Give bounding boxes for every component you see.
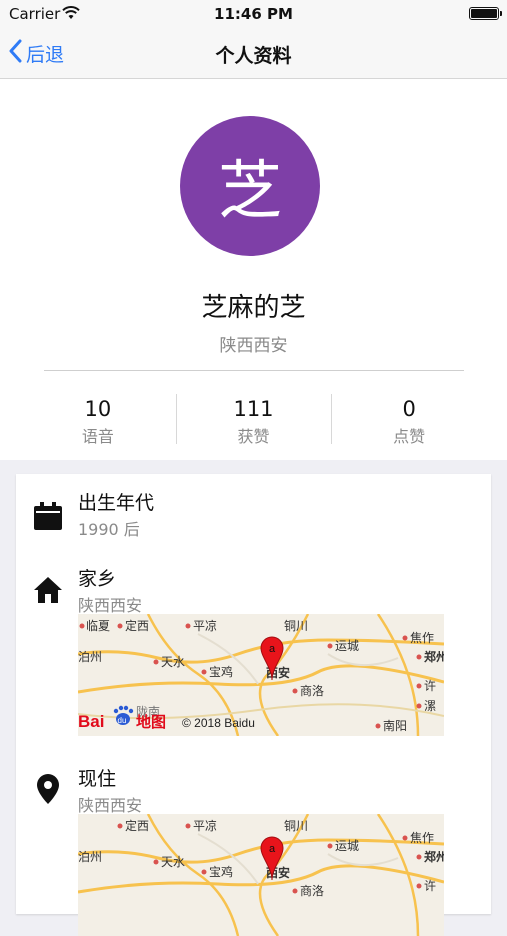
map-marker-label: a xyxy=(269,843,276,855)
stat-likes-given-label: 点赞 xyxy=(393,427,426,446)
stat-likes-received[interactable]: 111 获赞 xyxy=(175,389,332,446)
map-place-label: 商洛 xyxy=(300,883,324,898)
residence-map[interactable]: 定西 平凉 铜川 运城 焦作 郑州 泊州 天水 宝鸡 西安 商洛 许 a xyxy=(78,814,444,936)
stat-voice-label: 语音 xyxy=(81,427,114,446)
hometown-title: 家乡 xyxy=(78,568,117,590)
birth-value: 1990 后 xyxy=(78,520,140,539)
map-place-label: 宝鸡 xyxy=(209,664,233,679)
stats-bar: 10 语音 111 获赞 0 点赞 xyxy=(20,389,487,446)
map-place-label: 定西 xyxy=(125,618,149,633)
map-place-label: 临夏 xyxy=(86,619,110,633)
svg-text:du: du xyxy=(118,716,127,725)
map-place-label: 定西 xyxy=(125,818,149,833)
map-marker-label: a xyxy=(269,643,276,655)
map-place-label: 焦作 xyxy=(410,631,434,645)
map-place-label: 南阳 xyxy=(383,718,407,733)
map-place-label: 平凉 xyxy=(193,818,217,833)
map-place-label: 许 xyxy=(424,879,436,893)
stat-voice-value: 10 xyxy=(84,397,112,421)
stat-likes-given-value: 0 xyxy=(402,397,416,421)
residence-row: 现住 陕西西安 定西 平凉 铜川 运城 焦作 郑州 泊州 天水 宝鸡 西安 商洛… xyxy=(16,764,491,936)
calendar-icon xyxy=(32,500,66,534)
home-icon xyxy=(32,574,66,608)
map-place-label: 运城 xyxy=(335,639,359,653)
avatar[interactable]: 芝 xyxy=(180,116,320,256)
map-place-label: 泊州 xyxy=(78,850,102,864)
stat-voice[interactable]: 10 语音 xyxy=(20,389,176,446)
map-place-label: 漯 xyxy=(424,699,436,713)
map-place-label: 郑州 xyxy=(424,849,444,864)
navigation-bar: 后退 个人资料 xyxy=(0,28,507,79)
map-place-label: 宝鸡 xyxy=(209,864,233,879)
avatar-initial: 芝 xyxy=(218,155,282,229)
page-title: 个人资料 xyxy=(215,45,292,67)
map-place-label: 铜川 xyxy=(284,618,308,633)
residence-title: 现住 xyxy=(78,768,117,790)
map-place-label: 商洛 xyxy=(300,683,324,698)
map-copyright: © 2018 Baidu xyxy=(182,716,255,730)
map-place-label: 焦作 xyxy=(410,831,434,845)
map-place-label: 平凉 xyxy=(193,618,217,633)
svg-text:地图: 地图 xyxy=(136,713,166,731)
birth-title: 出生年代 xyxy=(78,492,155,514)
divider xyxy=(44,370,464,371)
info-card: 出生年代 1990 后 家乡 陕西西安 临夏 定西 平凉 铜川 运城 焦作 郑州… xyxy=(16,474,491,936)
birth-row: 出生年代 1990 后 xyxy=(16,488,491,548)
hometown-map[interactable]: 临夏 定西 平凉 铜川 运城 焦作 郑州 泊州 天水 宝鸡 西安 商洛 许 漯 … xyxy=(78,614,444,736)
stat-likes-received-label: 获赞 xyxy=(237,427,270,446)
map-place-label: 天水 xyxy=(161,855,185,869)
map-place-label: 天水 xyxy=(161,655,185,669)
stat-likes-given[interactable]: 0 点赞 xyxy=(331,389,487,446)
status-time: 11:46 PM xyxy=(214,5,293,23)
svg-text:Bai: Bai xyxy=(78,712,104,731)
map-place-label: 铜川 xyxy=(284,818,308,833)
profile-header: 芝 芝麻的芝 陕西西安 10 语音 111 获赞 0 点赞 xyxy=(0,79,507,460)
map-place-label: 许 xyxy=(424,679,436,693)
battery-icon xyxy=(469,7,502,20)
status-bar: Carrier 11:46 PM xyxy=(0,0,507,28)
residence-value: 陕西西安 xyxy=(78,796,143,815)
map-place-label: 泊州 xyxy=(78,650,102,664)
stat-likes-received-value: 111 xyxy=(233,397,274,421)
hometown-value: 陕西西安 xyxy=(78,596,143,615)
map-place-label: 郑州 xyxy=(424,649,444,664)
map-place-label: 运城 xyxy=(335,839,359,853)
profile-location: 陕西西安 xyxy=(219,336,288,356)
profile-name: 芝麻的芝 xyxy=(201,293,306,323)
location-pin-icon xyxy=(32,772,66,806)
hometown-row: 家乡 陕西西安 临夏 定西 平凉 铜川 运城 焦作 郑州 泊州 天水 宝鸡 西安… xyxy=(16,564,491,744)
